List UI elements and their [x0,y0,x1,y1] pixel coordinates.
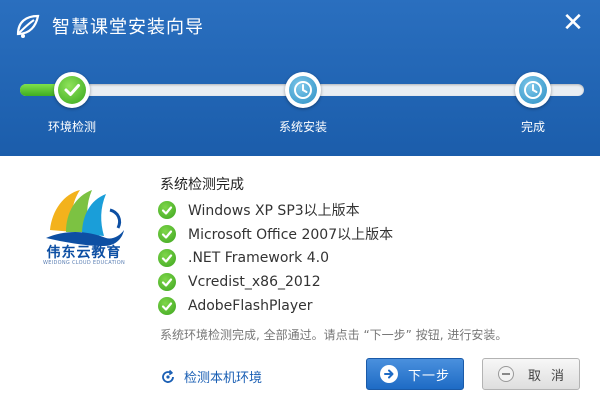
header-bar: 智慧课堂安装向导 ✕ 环境检测 系统安装 完成 [0,0,600,156]
check-item-label: Microsoft Office 2007以上版本 [188,227,394,243]
window-title: 智慧课堂安装向导 [52,17,204,38]
status-note: 系统环境检测完成, 全部通过。请点击 “下一步” 按钮, 进行安装。 [160,328,508,342]
step-node-complete [515,72,551,108]
cancel-button-label: 取消 [527,368,574,384]
check-circle-icon [158,249,176,267]
check-circle-icon [158,297,176,315]
check-item-label: AdobeFlashPlayer [188,298,313,314]
list-item: AdobeFlashPlayer [158,294,393,318]
clock-icon [294,81,312,99]
step-node-environment [54,72,90,108]
check-item-label: Windows XP SP3以上版本 [188,203,360,219]
check-circle-icon [158,225,176,243]
list-item: .NET Framework 4.0 [158,246,393,270]
step-node-install [285,72,321,108]
step-label-complete: 完成 [521,120,546,134]
step-pending-indicator [519,76,547,104]
cancel-button[interactable]: 取消 [482,358,580,390]
step-pending-indicator [289,76,317,104]
brand-logo-icon [46,190,124,246]
title-area: 智慧课堂安装向导 [14,10,204,42]
check-item-label: Vcredist_x86_2012 [188,274,321,290]
clock-icon [524,81,542,99]
refresh-icon [162,369,174,383]
checkmark-icon [64,84,80,96]
list-item: Microsoft Office 2007以上版本 [158,222,393,246]
list-item: Vcredist_x86_2012 [158,270,393,294]
arrow-right-icon [379,365,398,383]
next-button-label: 下一步 [407,368,450,384]
check-circle-icon [158,201,176,219]
step-label-environment: 环境检测 [48,120,97,134]
leaf-logo-icon [16,14,40,38]
next-button[interactable]: 下一步 [366,358,464,390]
check-list: Windows XP SP3以上版本 Microsoft Office 2007… [158,198,393,318]
check-circle-icon [158,273,176,291]
brand-subtitle: WEIDONG CLOUD EDUCATION [43,260,125,266]
check-environment-label: 检测本机环境 [184,371,263,386]
step-label-install: 系统安装 [279,120,328,134]
minus-circle-icon [497,366,514,382]
result-title: 系统检测完成 [160,177,244,193]
step-done-indicator [58,76,86,104]
close-icon[interactable]: ✕ [560,10,586,36]
check-environment-link[interactable]: 检测本机环境 [160,367,262,386]
brand-name: 伟东云教育 [46,245,122,261]
list-item: Windows XP SP3以上版本 [158,198,393,222]
check-item-label: .NET Framework 4.0 [188,250,329,266]
